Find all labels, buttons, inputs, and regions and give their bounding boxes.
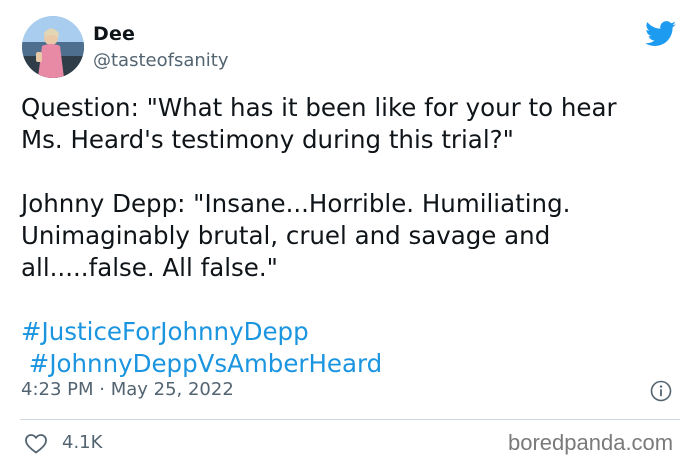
tweet-text: Question: "What has it been like for you… (21, 92, 681, 380)
tweet-paragraph-question: Question: "What has it been like for you… (21, 93, 617, 154)
avatar[interactable] (22, 16, 84, 78)
avatar-photo (22, 16, 84, 78)
tweet-paragraph-quote: Johnny Depp: "Insane...Horrible. Humilia… (21, 189, 571, 282)
info-icon[interactable] (650, 380, 672, 402)
hashtag-link[interactable]: #JusticeForJohnnyDepp (21, 316, 681, 348)
heart-icon[interactable] (24, 432, 48, 454)
tweet-timestamp[interactable]: 4:23 PM · May 25, 2022 (21, 379, 234, 400)
twitter-bird-icon[interactable] (645, 21, 677, 47)
hashtag-link[interactable]: #JohnnyDeppVsAmberHeard (21, 348, 681, 380)
author-name[interactable]: Dee (93, 23, 135, 45)
watermark: boredpanda.com (508, 430, 674, 455)
like-count[interactable]: 4.1K (62, 432, 102, 453)
divider (20, 419, 680, 420)
hashtag-list: #JusticeForJohnnyDepp #JohnnyDeppVsAmber… (21, 316, 681, 380)
author-handle[interactable]: @tasteofsanity (93, 50, 228, 71)
